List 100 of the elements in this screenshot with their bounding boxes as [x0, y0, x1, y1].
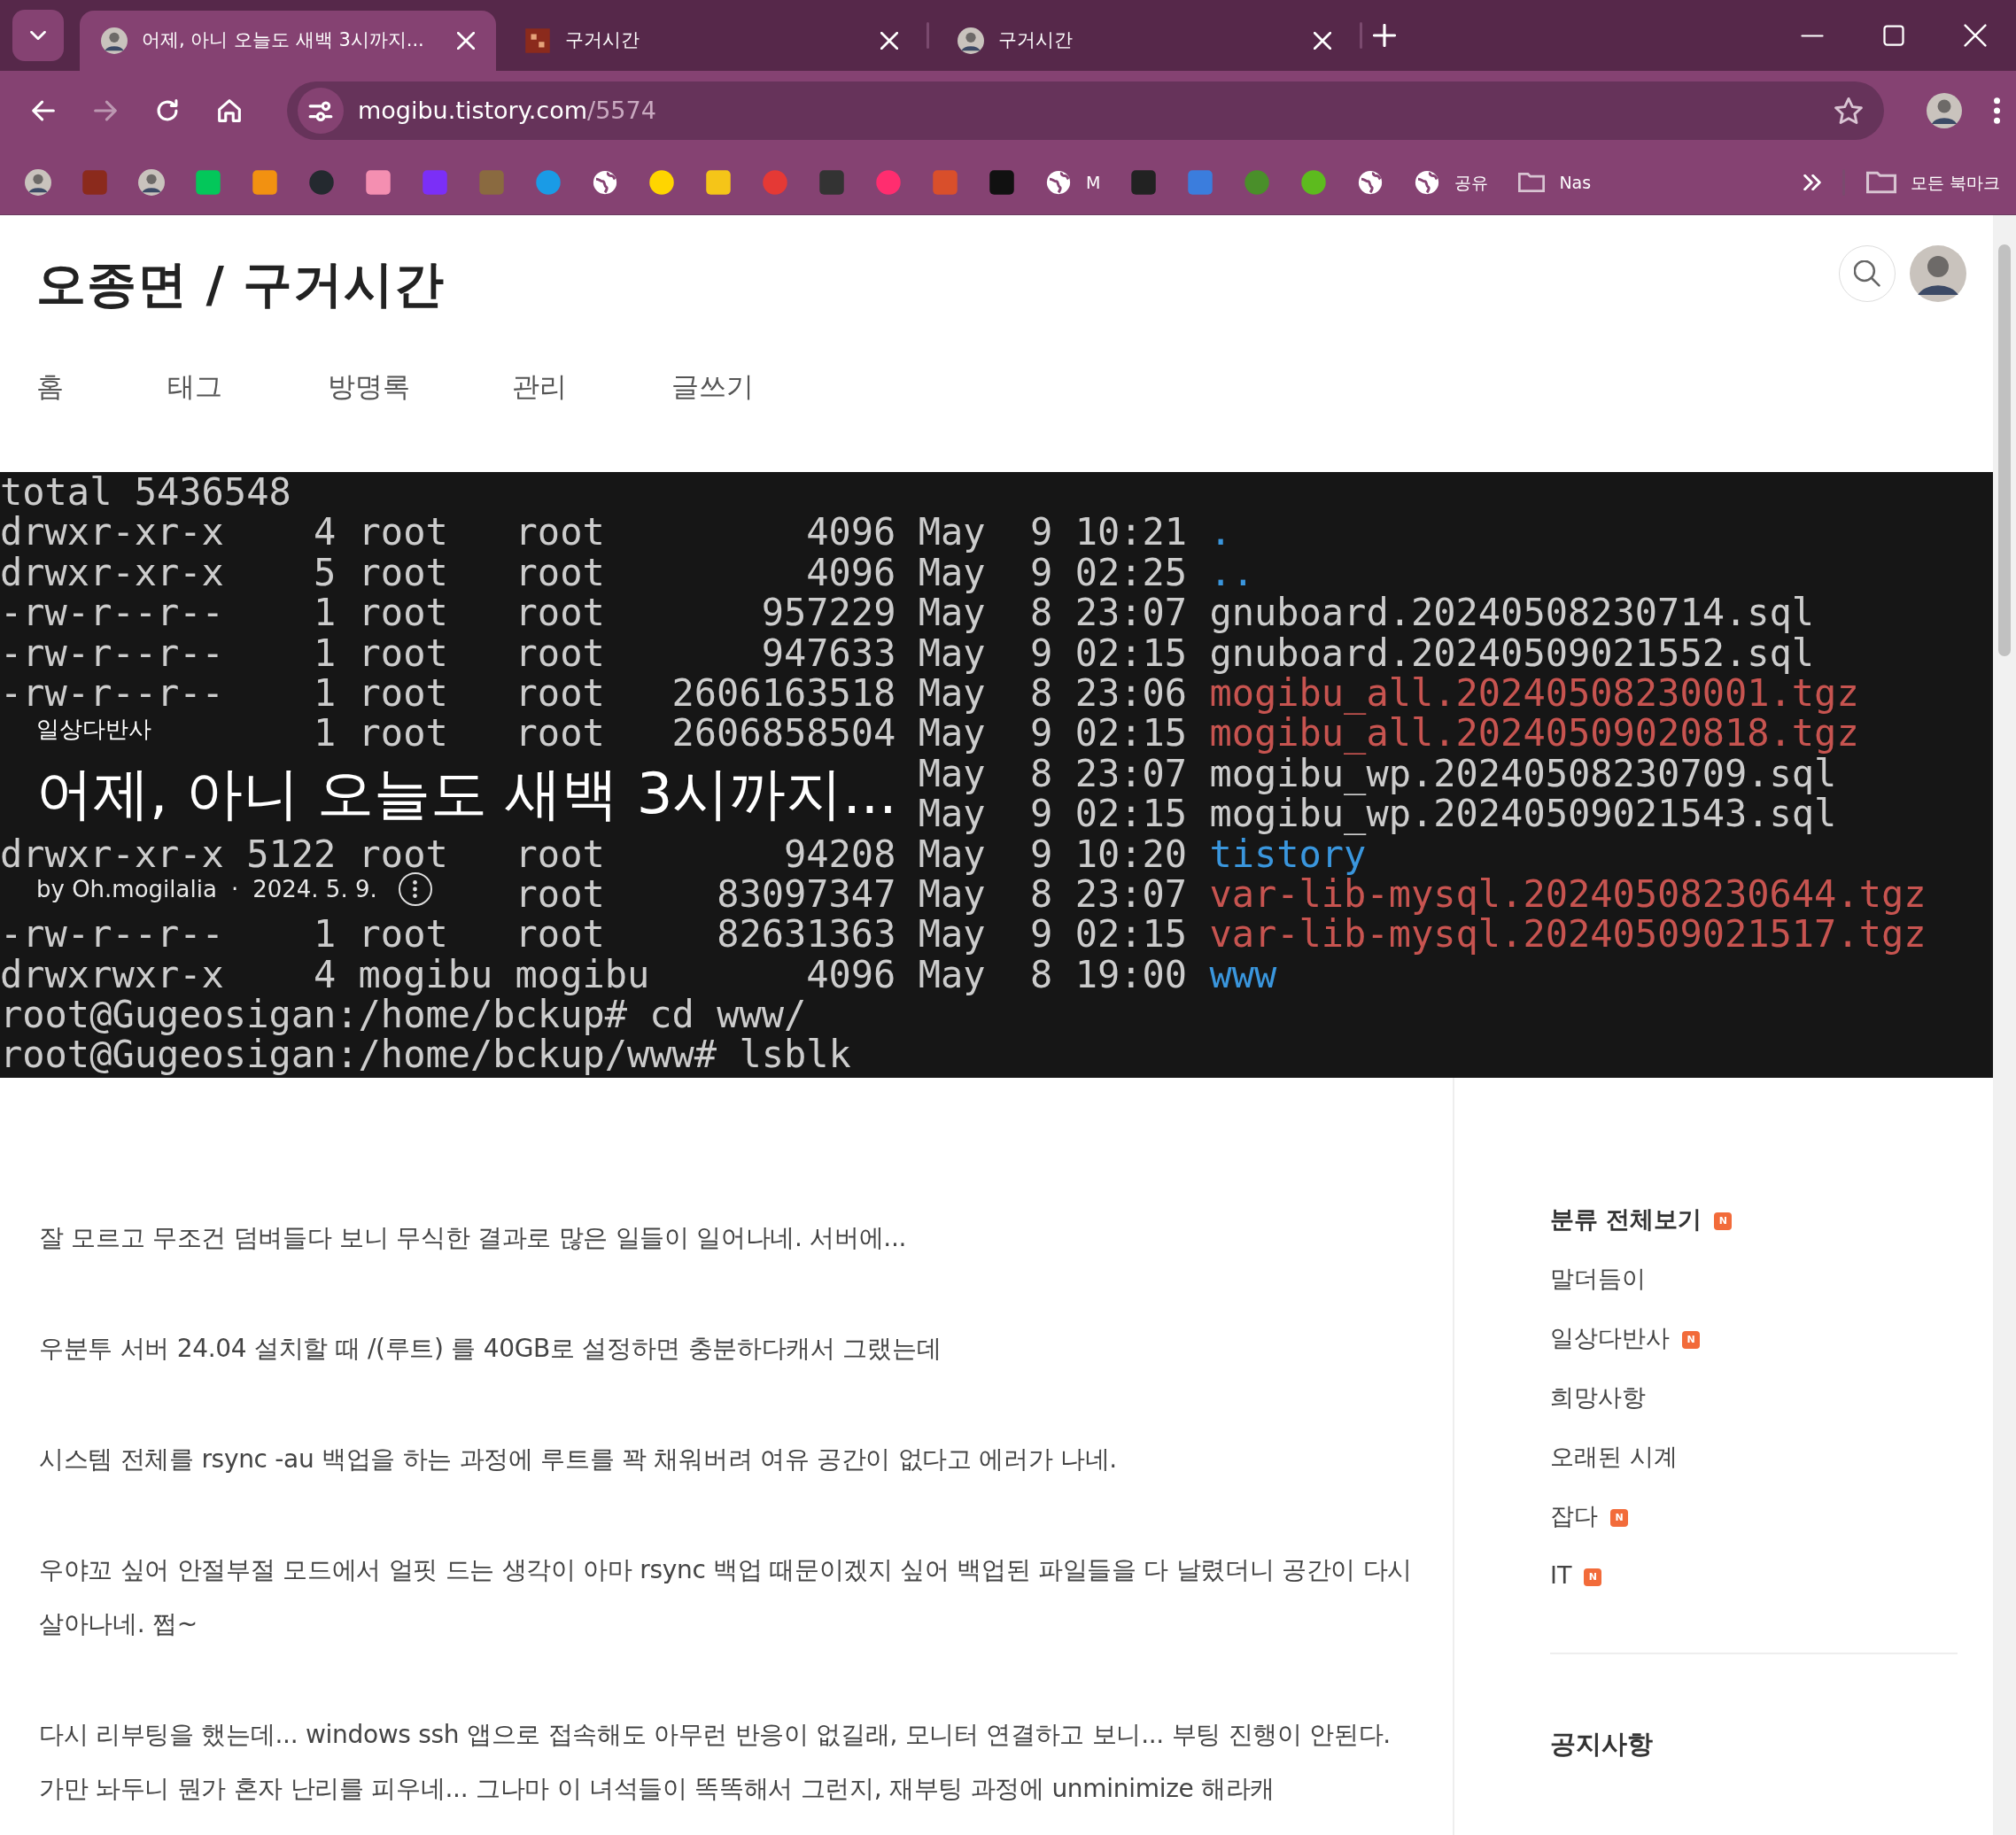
tab-list-button[interactable]	[12, 10, 64, 61]
menu-link[interactable]: 홈	[36, 370, 64, 402]
file-name: ..	[1208, 552, 1254, 593]
month-text: May	[917, 713, 986, 754]
scrollbar-thumb[interactable]	[1998, 244, 2011, 656]
group-text: root	[514, 873, 606, 915]
avatar-icon	[101, 27, 128, 54]
paragraph: 우야꼬 싶어 안절부절 모드에서 얼핏 드는 생각이 아마 rsync 백업 때문이겠지 싶어 백업된 파일들을 다 날렸더니 공간이 다시 살아나네. 쩝~	[39, 1554, 1414, 1640]
month-text: May	[917, 794, 986, 834]
more-options-button[interactable]	[398, 872, 432, 906]
owner-text: root	[357, 632, 449, 673]
owner-text: mogibu	[357, 954, 493, 995]
tab-title: 구거시간	[998, 28, 1074, 53]
day-text: 9	[1029, 833, 1053, 874]
category-link[interactable]: 잡다 N	[1550, 1498, 1993, 1558]
day-text: 9	[1029, 632, 1053, 673]
link-count: 1	[313, 713, 337, 754]
owner-text: root	[357, 552, 449, 593]
bookmark-link[interactable]: 공유	[1414, 169, 1489, 196]
all-bookmarks-link[interactable]: 모든 북마크	[1865, 167, 2000, 197]
site-info-button[interactable]	[298, 88, 344, 134]
paragraph: 잘 모르고 무조건 덤벼들다 보니 무식한 결과로 많은 일들이 일어나네. 서버에...	[39, 1222, 908, 1254]
owner-text: root	[357, 914, 449, 955]
month-text: May	[917, 552, 986, 593]
paragraph: 다시 리부팅을 했는데... windows ssh 앱으로 접속해도 아무런 반응이 없길래, 모니터 연결하고 보니... 부팅 진행이 안된다. 가만 놔두니 뭔가 혼자 난리를 피우네... 그나마 이 녀석들이 똑똑해서 그런지, 재부팅 과정에 unminimize 해라캐	[39, 1719, 1392, 1805]
favicon-icon	[365, 169, 392, 196]
close-tab-button[interactable]	[1314, 32, 1331, 50]
profile-button[interactable]	[1927, 93, 1962, 128]
bookmark-link[interactable]: Nas	[1518, 169, 1592, 196]
category-link[interactable]: IT N	[1550, 1558, 1993, 1617]
favicon-icon	[535, 169, 562, 196]
close-tab-button[interactable]	[457, 32, 475, 50]
file-size: 4096	[805, 954, 896, 995]
bookmark-icon-link[interactable]	[705, 169, 732, 196]
new-tab-button[interactable]	[1373, 24, 1396, 47]
month-text: May	[917, 914, 986, 955]
menu-button[interactable]	[1994, 97, 2000, 124]
new-badge: N	[1682, 1331, 1700, 1349]
bookmark-icon-link[interactable]	[252, 169, 278, 196]
category-link[interactable]: 희망사항	[1550, 1380, 1993, 1439]
file-size: 4096	[805, 552, 896, 593]
menu-link[interactable]: 방명록	[328, 370, 410, 402]
group-text: root	[514, 512, 606, 553]
minimize-icon	[1801, 34, 1824, 37]
bookmark-link[interactable]: M	[1045, 169, 1101, 196]
favicon-icon	[989, 169, 1015, 196]
address-bar[interactable]: mogibu.tistory.com/5574	[287, 81, 1884, 140]
menu-link[interactable]: 관리	[512, 370, 567, 402]
file-name: gnuboard.20240508230714.sql	[1208, 592, 1815, 633]
terminal-line: total 5436548	[0, 472, 291, 513]
close-icon	[1314, 32, 1331, 50]
favicon-icon	[1130, 169, 1158, 196]
close-icon	[880, 32, 898, 50]
category-link[interactable]: 분류 전체보기 N	[1550, 1202, 1993, 1261]
link-count: 1	[313, 672, 337, 714]
file-size: 2606163518	[671, 672, 896, 714]
bookmark-icon-link[interactable]	[592, 169, 618, 196]
maximize-icon	[1883, 25, 1904, 46]
bookmark-icon-link[interactable]	[138, 169, 165, 196]
link-count: 1	[313, 632, 337, 673]
day-text: 9	[1029, 552, 1053, 593]
owner-text: root	[357, 672, 449, 714]
browser-tab[interactable]: 어제, 아니 오늘도 새백 3시까지...	[80, 11, 496, 71]
day-text: 8	[1029, 753, 1053, 794]
menu-link[interactable]: 글쓰기	[671, 370, 754, 402]
avatar-icon	[1910, 245, 1966, 302]
bookmark-icon-link[interactable]	[648, 169, 675, 196]
category-link[interactable]: 말더듬이	[1550, 1261, 1993, 1320]
permissions-text: drwxrwxr-x	[0, 954, 224, 995]
category-link[interactable]: 일상다반사 N	[1550, 1320, 1993, 1380]
plus-icon	[1373, 24, 1396, 47]
bookmark-star-button[interactable]	[1834, 97, 1863, 125]
menu-link[interactable]: 태그	[167, 370, 222, 402]
bookmark-icon-link[interactable]	[365, 169, 392, 196]
permissions-text: -rw-r--r--	[0, 914, 224, 955]
favicon-icon	[195, 169, 221, 196]
chevron-down-icon	[29, 31, 47, 40]
favicon-icon	[81, 169, 108, 196]
bookmark-icon-link[interactable]	[25, 169, 51, 196]
file-size: 94208	[783, 833, 896, 874]
profile-button[interactable]	[1910, 245, 1966, 302]
time-text: 19:00	[1074, 954, 1188, 995]
link-count: 1	[313, 914, 337, 955]
scrollbar[interactable]	[1993, 215, 2016, 1835]
permissions-text: -rw-r--r--	[0, 592, 224, 633]
day-text: 8	[1029, 954, 1053, 995]
permissions-text: -rw-r--r--	[0, 672, 224, 714]
bookmark-icon-link[interactable]	[1357, 169, 1384, 196]
browser-tab[interactable]: 구거시간	[936, 11, 1353, 71]
bookmark-icon-link[interactable]	[1300, 169, 1328, 196]
time-text: 10:21	[1074, 512, 1188, 553]
close-tab-button[interactable]	[880, 32, 898, 50]
day-text: 8	[1029, 672, 1053, 714]
day-text: 9	[1029, 914, 1053, 955]
bookmark-icon-link[interactable]	[195, 169, 221, 196]
browser-tab[interactable]: 구거시간	[503, 11, 919, 71]
more-bookmarks-button[interactable]	[1803, 174, 1821, 190]
avatar-icon	[25, 169, 51, 196]
category-link[interactable]: 오래된 시계	[1550, 1439, 1993, 1498]
bookmark-icon-link[interactable]	[989, 169, 1015, 196]
